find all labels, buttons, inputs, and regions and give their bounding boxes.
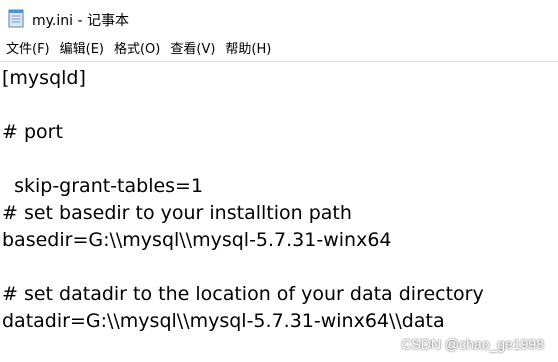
- watermark: CSDN @chao_ge1998: [401, 336, 544, 352]
- menu-bar: 文件(F) 编辑(E) 格式(O) 查看(V) 帮助(H): [0, 38, 558, 62]
- editor-line: basedir=G:\\mysql\\mysql-5.7.31-winx64: [2, 229, 392, 251]
- notepad-icon: [8, 8, 25, 28]
- menu-item-format[interactable]: 格式(O): [110, 39, 164, 61]
- editor-line: # set datadir to the location of your da…: [2, 283, 484, 305]
- menu-item-help[interactable]: 帮助(H): [221, 39, 275, 61]
- text-editor[interactable]: [mysqld] # port skip-grant-tables=1 # se…: [0, 63, 558, 362]
- editor-line: skip-grant-tables=1: [2, 175, 204, 197]
- editor-line: # set basedir to your installtion path: [2, 202, 352, 224]
- editor-line: [mysqld]: [2, 67, 86, 89]
- window-title: my.ini - 记事本: [32, 13, 129, 29]
- menu-item-file[interactable]: 文件(F): [2, 39, 54, 61]
- editor-line: # port: [2, 121, 63, 143]
- menu-item-edit[interactable]: 编辑(E): [56, 39, 108, 61]
- editor-line: datadir=G:\\mysql\\mysql-5.7.31-winx64\\…: [2, 310, 445, 332]
- title-bar: my.ini - 记事本: [0, 0, 558, 38]
- menu-item-view[interactable]: 查看(V): [166, 39, 219, 61]
